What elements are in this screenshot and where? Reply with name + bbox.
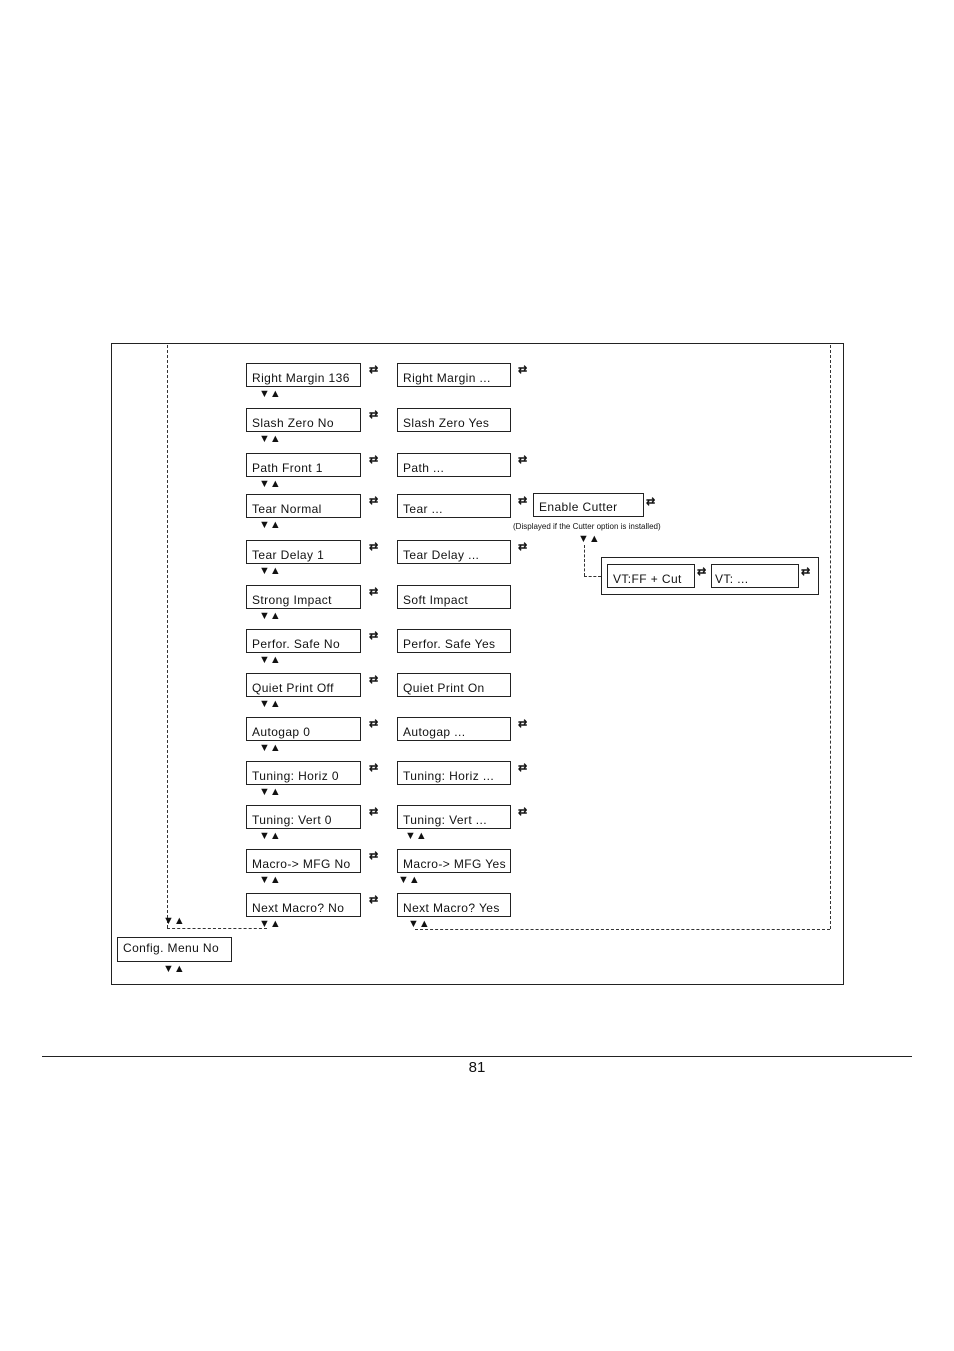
vt-more-box: VT: ... xyxy=(711,564,799,588)
leftright-arrow-icon: ⇄ xyxy=(518,718,528,730)
menu-box-left: Tuning: Vert 0 xyxy=(246,805,361,829)
leftright-arrow-icon: ⇄ xyxy=(518,762,528,774)
updown-arrow-icon: ▼▲ xyxy=(259,874,281,886)
updown-arrow-icon: ▼▲ xyxy=(578,533,600,545)
updown-arrow-icon: ▼▲ xyxy=(259,698,281,710)
config-menu-box: Config. Menu No xyxy=(117,937,232,962)
leftright-arrow-icon: ⇄ xyxy=(369,364,379,376)
updown-arrow-icon: ▼▲ xyxy=(259,388,281,400)
cutter-note: (Displayed if the Cutter option is insta… xyxy=(513,522,661,531)
updown-arrow-icon: ▼▲ xyxy=(259,610,281,622)
updown-arrow-icon: ▼▲ xyxy=(163,963,185,975)
menu-box-right: Tear ... xyxy=(397,494,511,518)
leftright-arrow-icon: ⇄ xyxy=(518,364,528,376)
leftright-arrow-icon: ⇄ xyxy=(518,541,528,553)
leftright-arrow-icon: ⇄ xyxy=(646,496,656,508)
menu-box-left: Tear Normal xyxy=(246,494,361,518)
updown-arrow-icon: ▼▲ xyxy=(259,786,281,798)
menu-box-right: Next Macro? Yes xyxy=(397,893,511,917)
menu-box-left: Macro-> MFG No xyxy=(246,849,361,873)
menu-box-left: Slash Zero No xyxy=(246,408,361,432)
dashed-connector-bottom-right xyxy=(415,929,830,930)
enable-cutter-box: Enable Cutter xyxy=(533,493,644,517)
leftright-arrow-icon: ⇄ xyxy=(518,806,528,818)
menu-box-right: Soft Impact xyxy=(397,585,511,609)
leftright-arrow-icon: ⇄ xyxy=(369,630,379,642)
dashed-return-line-right xyxy=(830,345,831,929)
dashed-connector-bottom-left xyxy=(167,928,267,929)
page-number: 81 xyxy=(468,1059,486,1076)
leftright-arrow-icon: ⇄ xyxy=(697,566,707,578)
updown-arrow-icon: ▼▲ xyxy=(405,830,427,842)
updown-arrow-icon: ▼▲ xyxy=(259,654,281,666)
dashed-return-line-left xyxy=(167,345,168,928)
leftright-arrow-icon: ⇄ xyxy=(369,850,379,862)
updown-arrow-icon: ▼▲ xyxy=(259,565,281,577)
menu-box-left: Tuning: Horiz 0 xyxy=(246,761,361,785)
document-page: Right Margin 136 Right Margin ... ⇄ ▼▲ ⇄ Slas… xyxy=(0,0,954,1351)
leftright-arrow-icon: ⇄ xyxy=(369,718,379,730)
leftright-arrow-icon: ⇄ xyxy=(369,806,379,818)
updown-arrow-icon: ▼▲ xyxy=(259,830,281,842)
menu-box-right: Right Margin ... xyxy=(397,363,511,387)
leftright-arrow-icon: ⇄ xyxy=(369,541,379,553)
updown-arrow-icon: ▼▲ xyxy=(163,915,185,927)
leftright-arrow-icon: ⇄ xyxy=(369,762,379,774)
leftright-arrow-icon: ⇄ xyxy=(801,566,811,578)
leftright-arrow-icon: ⇄ xyxy=(369,674,379,686)
menu-box-left: Perfor. Safe No xyxy=(246,629,361,653)
updown-arrow-icon: ▼▲ xyxy=(408,918,430,930)
dashed-cutter-line xyxy=(584,545,585,576)
menu-box-left: Autogap 0 xyxy=(246,717,361,741)
leftright-arrow-icon: ⇄ xyxy=(369,586,379,598)
leftright-arrow-icon: ⇄ xyxy=(518,454,528,466)
menu-box-right: Quiet Print On xyxy=(397,673,511,697)
updown-arrow-icon: ▼▲ xyxy=(259,918,281,930)
menu-box-right: Path ... xyxy=(397,453,511,477)
footer-rule xyxy=(42,1056,912,1057)
menu-box-left: Path Front 1 xyxy=(246,453,361,477)
updown-arrow-icon: ▼▲ xyxy=(259,433,281,445)
menu-box-left: Strong Impact xyxy=(246,585,361,609)
leftright-arrow-icon: ⇄ xyxy=(369,894,379,906)
updown-arrow-icon: ▼▲ xyxy=(259,478,281,490)
dashed-cutter-connector xyxy=(584,576,601,577)
menu-box-left: Next Macro? No xyxy=(246,893,361,917)
menu-box-left: Right Margin 136 xyxy=(246,363,361,387)
leftright-arrow-icon: ⇄ xyxy=(369,454,379,466)
vt-ff-cut-box: VT:FF + Cut xyxy=(607,564,695,588)
diagram-frame xyxy=(111,343,844,985)
updown-arrow-icon: ▼▲ xyxy=(398,874,420,886)
updown-arrow-icon: ▼▲ xyxy=(259,742,281,754)
menu-box-right: Perfor. Safe Yes xyxy=(397,629,511,653)
menu-box-left: Tear Delay 1 xyxy=(246,540,361,564)
leftright-arrow-icon: ⇄ xyxy=(369,409,379,421)
updown-arrow-icon: ▼▲ xyxy=(259,519,281,531)
menu-box-right: Macro-> MFG Yes xyxy=(397,849,511,873)
menu-box-right: Slash Zero Yes xyxy=(397,408,511,432)
leftright-arrow-icon: ⇄ xyxy=(518,495,528,507)
menu-box-left: Quiet Print Off xyxy=(246,673,361,697)
menu-box-right: Tuning: Horiz ... xyxy=(397,761,511,785)
leftright-arrow-icon: ⇄ xyxy=(369,495,379,507)
menu-box-right: Autogap ... xyxy=(397,717,511,741)
menu-box-right: Tear Delay ... xyxy=(397,540,511,564)
menu-box-right: Tuning: Vert ... xyxy=(397,805,511,829)
